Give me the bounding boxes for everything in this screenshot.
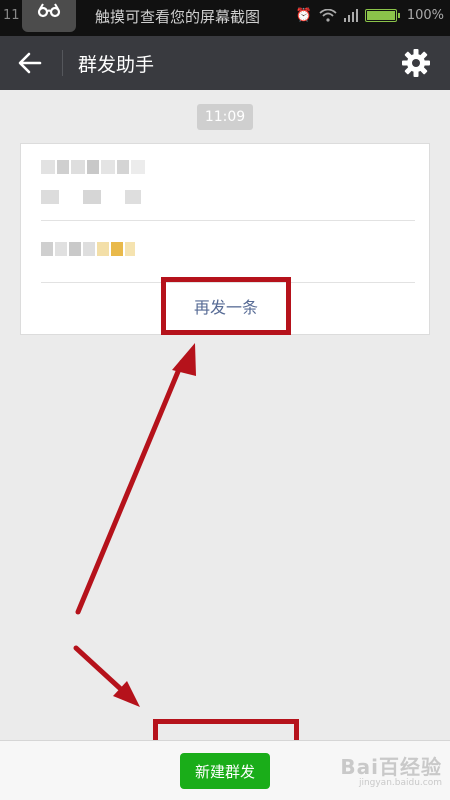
arrow-up-line xyxy=(75,359,185,615)
baidu-watermark: Bai百经验 jingyan.baidu.com xyxy=(340,751,442,788)
blurred-recipients xyxy=(41,160,145,174)
page-title: 群发助手 xyxy=(78,54,155,76)
app-header: 群发助手 xyxy=(0,36,450,90)
watermark-main: Bai百经验 xyxy=(340,755,442,779)
back-button[interactable] xyxy=(12,48,48,78)
header-divider xyxy=(62,50,63,76)
status-icons: ⏰ 100% xyxy=(296,8,444,23)
bottom-bar: 新建群发 Bai百经验 jingyan.baidu.com xyxy=(0,740,450,800)
arrow-up-head xyxy=(172,343,196,376)
status-time: 11 xyxy=(3,8,20,23)
battery-percent: 100% xyxy=(406,8,444,23)
blurred-message-content xyxy=(41,242,135,256)
screenshot-thumbnail[interactable] xyxy=(22,0,76,32)
wifi-icon xyxy=(319,9,337,22)
settings-button[interactable] xyxy=(400,47,432,79)
alarm-icon: ⏰ xyxy=(295,8,312,23)
broadcast-message-card: 再发一条 xyxy=(20,143,430,335)
battery-tip xyxy=(397,13,400,18)
card-divider xyxy=(41,282,415,283)
arrow-left-icon xyxy=(18,52,42,74)
glasses-icon xyxy=(37,3,61,18)
arrow-down-head xyxy=(113,681,140,707)
blurred-recipients-2 xyxy=(41,190,141,204)
screenshot-notification[interactable]: 触摸可查看您的屏幕截图 xyxy=(95,6,260,27)
arrow-down-line xyxy=(73,645,127,695)
status-bar: 11 触摸可查看您的屏幕截图 ⏰ 100% xyxy=(0,0,450,36)
resend-button[interactable]: 再发一条 xyxy=(21,294,431,318)
message-timestamp: 11:09 xyxy=(197,104,253,130)
new-broadcast-button[interactable]: 新建群发 xyxy=(180,753,270,789)
signal-icon xyxy=(343,9,358,22)
gear-icon xyxy=(402,49,430,77)
card-divider xyxy=(41,220,415,221)
battery-icon xyxy=(364,9,397,22)
